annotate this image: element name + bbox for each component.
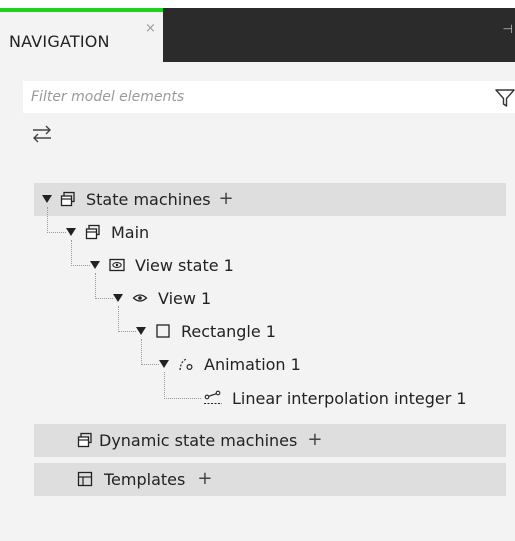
tree-connector	[47, 207, 66, 233]
filter-input[interactable]	[23, 81, 463, 113]
tree-item-main[interactable]: Main	[66, 219, 149, 245]
filter-bar	[23, 81, 515, 113]
expand-triangle-icon[interactable]	[113, 294, 123, 302]
tree-item-interpolation[interactable]: Linear interpolation integer 1	[203, 385, 467, 411]
expand-triangle-icon[interactable]	[66, 228, 76, 236]
active-tab-accent	[0, 8, 163, 12]
expand-triangle-icon[interactable]	[42, 195, 52, 203]
tree-item-label: Linear interpolation integer 1	[232, 388, 467, 408]
tree-item-label: State machines	[86, 189, 211, 209]
interpolation-icon	[204, 390, 222, 405]
tree-item-label: Dynamic state machines	[99, 430, 298, 450]
state-machine-icon	[60, 191, 75, 207]
tree-item-view[interactable]: View 1	[113, 285, 211, 311]
state-machine-icon	[85, 224, 100, 240]
expand-triangle-icon[interactable]	[90, 261, 100, 269]
add-dynamic-state-machine-button[interactable]: +	[307, 431, 322, 449]
add-template-button[interactable]: +	[197, 470, 212, 488]
add-state-machine-button[interactable]: +	[219, 190, 234, 208]
tree-item-rectangle[interactable]: Rectangle 1	[136, 318, 276, 344]
close-icon[interactable]: ×	[145, 22, 156, 35]
tree-item-label: Main	[111, 222, 150, 242]
tree-item-state-machines[interactable]: State machines +	[42, 186, 234, 212]
tree-item-label: Animation 1	[204, 354, 301, 374]
tree-item-view-state[interactable]: View state 1	[90, 252, 234, 278]
tree-item-templates[interactable]: Templates +	[77, 466, 212, 492]
tab-label: NAVIGATION	[9, 32, 110, 51]
tab-bar: NAVIGATION × ⊣	[0, 0, 515, 62]
rectangle-icon	[156, 324, 170, 338]
expand-triangle-icon[interactable]	[136, 327, 146, 335]
pin-icon[interactable]: ⊣	[503, 22, 513, 36]
tree-item-dynamic-state-machines[interactable]: Dynamic state machines +	[77, 427, 322, 453]
templates-icon	[77, 471, 93, 487]
tab-navigation[interactable]: NAVIGATION ×	[0, 8, 163, 62]
filter-icon[interactable]	[495, 88, 515, 108]
tree-item-animation[interactable]: Animation 1	[159, 351, 301, 377]
tree-item-label: Templates	[104, 469, 186, 489]
animation-icon	[179, 358, 193, 371]
eye-icon	[132, 294, 148, 302]
view-state-icon	[109, 258, 125, 272]
tree-item-label: View 1	[158, 288, 212, 308]
state-machine-icon	[77, 432, 92, 448]
tree-item-label: View state 1	[135, 255, 234, 275]
tab-strip-background: ⊣	[163, 8, 515, 62]
expand-triangle-icon[interactable]	[159, 360, 169, 368]
tree-item-label: Rectangle 1	[181, 321, 276, 341]
swap-icon[interactable]	[30, 123, 54, 145]
